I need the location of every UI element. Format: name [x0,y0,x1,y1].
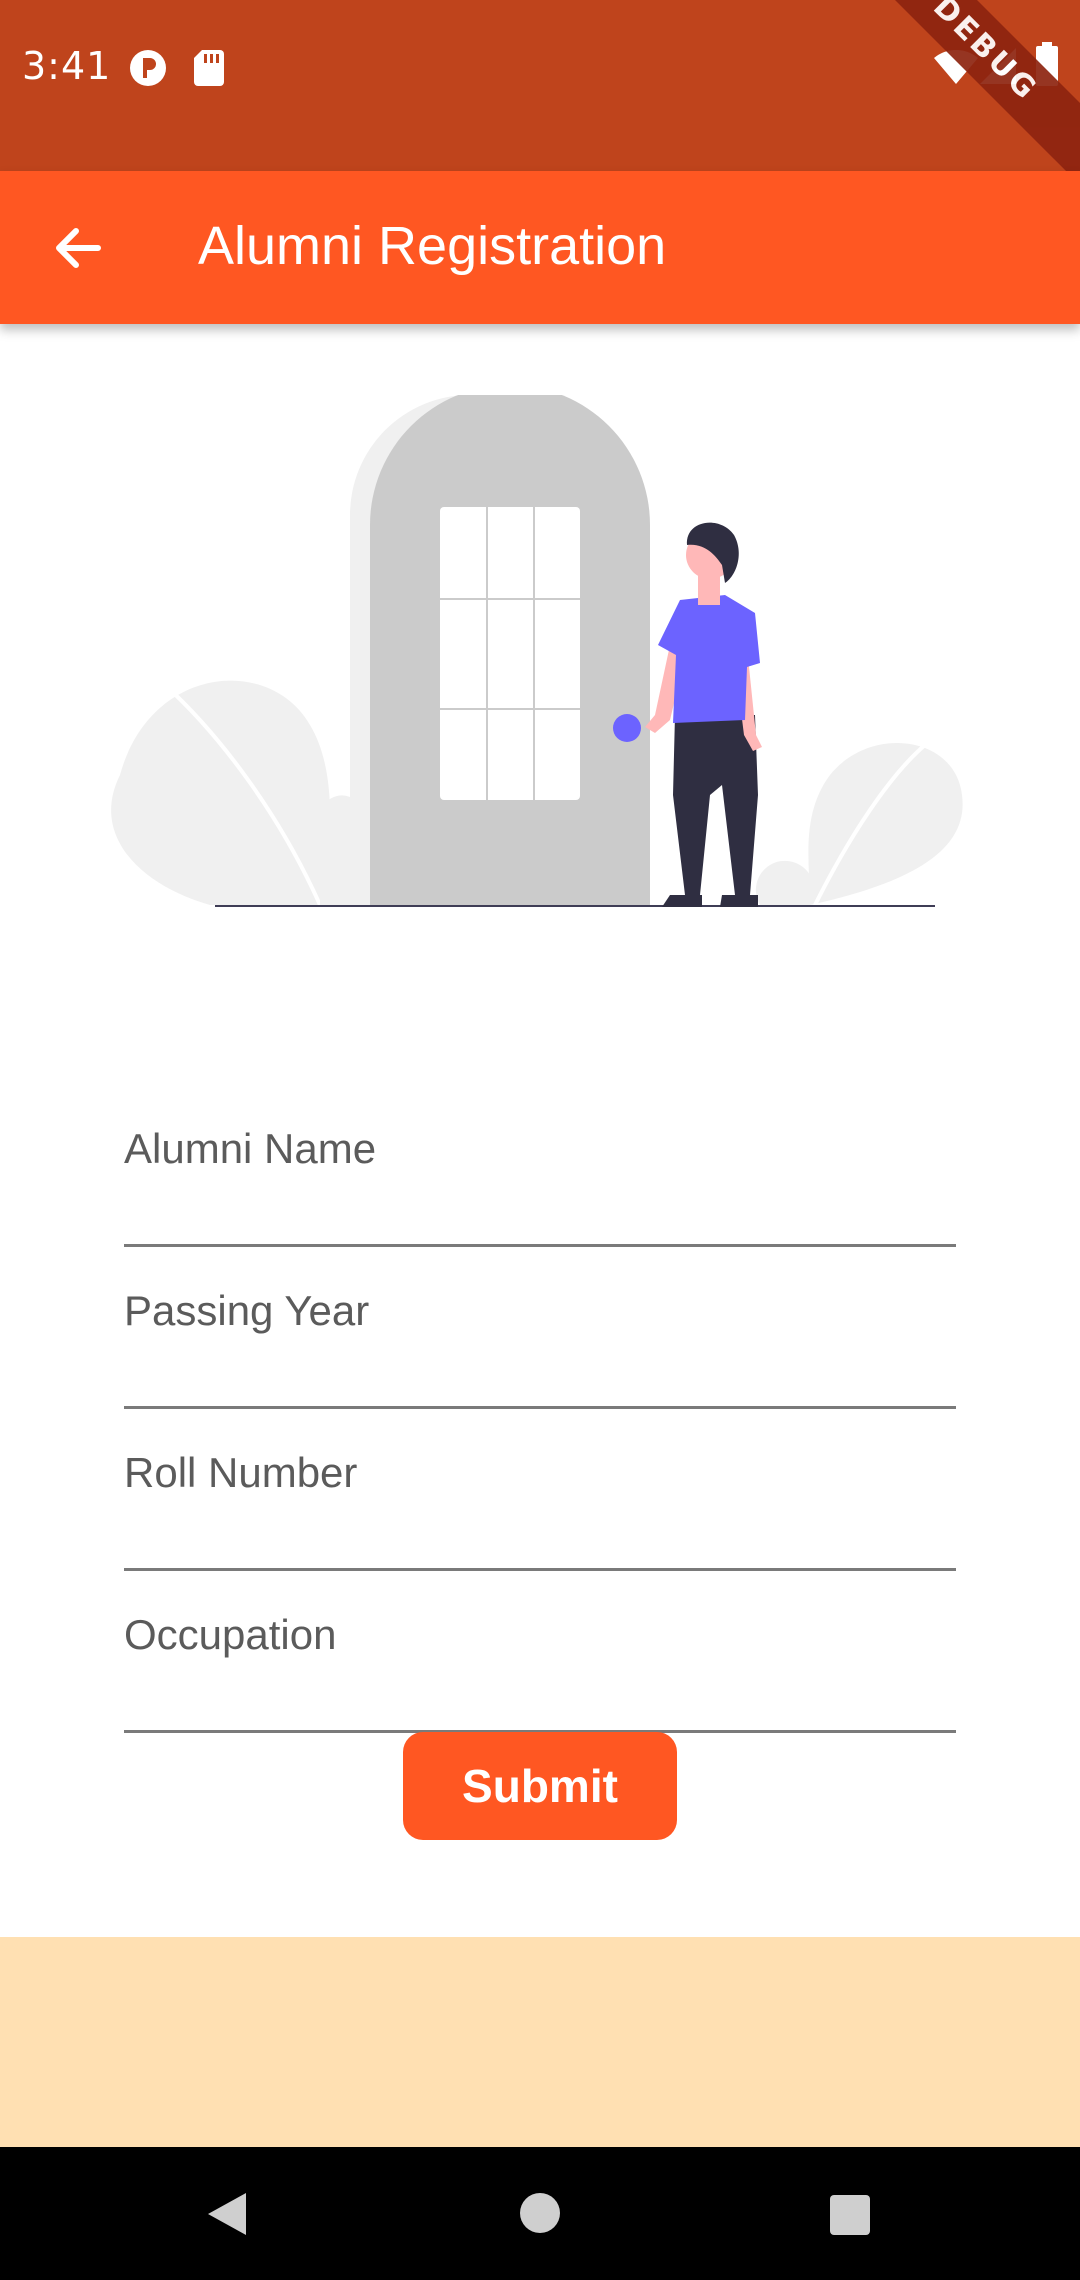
recents-square-icon[interactable] [828,2193,872,2237]
sd-card-icon [194,50,224,86]
notification-p-icon [130,50,166,86]
passing-year-field[interactable]: Passing Year [124,1247,956,1409]
occupation-label: Occupation [124,1611,337,1658]
submit-button[interactable]: Submit [403,1732,677,1840]
debug-banner: DEBUG [847,0,1080,187]
arrow-back-icon[interactable] [40,211,114,285]
door-person-illustration [111,395,963,907]
roll-number-field[interactable]: Roll Number [124,1409,956,1571]
alumni-name-label: Alumni Name [124,1125,377,1172]
system-nav-bar [0,2147,1080,2280]
passing-year-label: Passing Year [124,1287,370,1334]
occupation-field[interactable]: Occupation [124,1571,956,1733]
status-time: 3:41 [22,44,112,88]
footer-panel [0,1937,1080,2147]
alumni-name-field[interactable]: Alumni Name [124,1085,956,1247]
page-title: Alumni Registration [198,216,667,276]
home-circle-icon[interactable] [518,2191,562,2235]
roll-number-label: Roll Number [124,1449,358,1496]
status-bar: 3:41 DEBUG [0,0,1080,187]
back-triangle-icon[interactable] [200,2189,250,2239]
app-bar: Alumni Registration [0,171,1080,324]
